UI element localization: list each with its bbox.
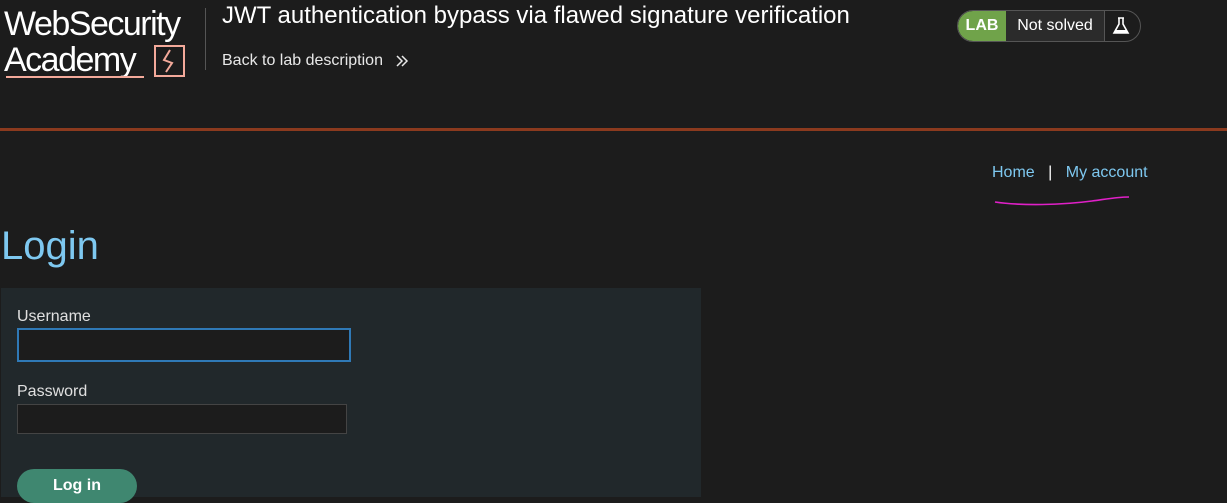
lab-status-text: Not solved xyxy=(1006,11,1104,41)
header-divider xyxy=(205,8,206,70)
username-label: Username xyxy=(17,308,91,325)
flask-icon xyxy=(1112,17,1130,34)
nav-my-account-link[interactable]: My account xyxy=(1066,164,1148,181)
lab-badge: LAB xyxy=(958,11,1006,41)
logo-flourish-icon xyxy=(6,45,185,78)
web-security-academy-logo[interactable]: WebSecurity Academy xyxy=(4,6,204,80)
back-to-lab-description-link[interactable]: Back to lab description xyxy=(222,51,409,71)
lab-status-widget: LAB Not solved xyxy=(957,10,1141,42)
password-label: Password xyxy=(17,383,88,400)
lab-title: JWT authentication bypass via flawed sig… xyxy=(222,2,850,29)
page-title: Login xyxy=(1,224,99,268)
nav-home-link[interactable]: Home xyxy=(992,164,1035,181)
header-rule xyxy=(0,128,1227,131)
lab-header: WebSecurity Academy JWT authentication b… xyxy=(0,0,1227,128)
top-nav: Home | My account xyxy=(992,163,1148,183)
password-input[interactable] xyxy=(17,404,347,434)
nav-separator: | xyxy=(1048,164,1053,181)
double-chevron-right-icon xyxy=(396,55,409,67)
login-button[interactable]: Log in xyxy=(17,469,137,503)
login-form: Username Password Log in xyxy=(1,288,701,503)
status-separator xyxy=(1104,11,1105,41)
annotation-underline xyxy=(994,196,1130,206)
back-link-label: Back to lab description xyxy=(222,52,383,69)
username-input[interactable] xyxy=(17,328,351,362)
